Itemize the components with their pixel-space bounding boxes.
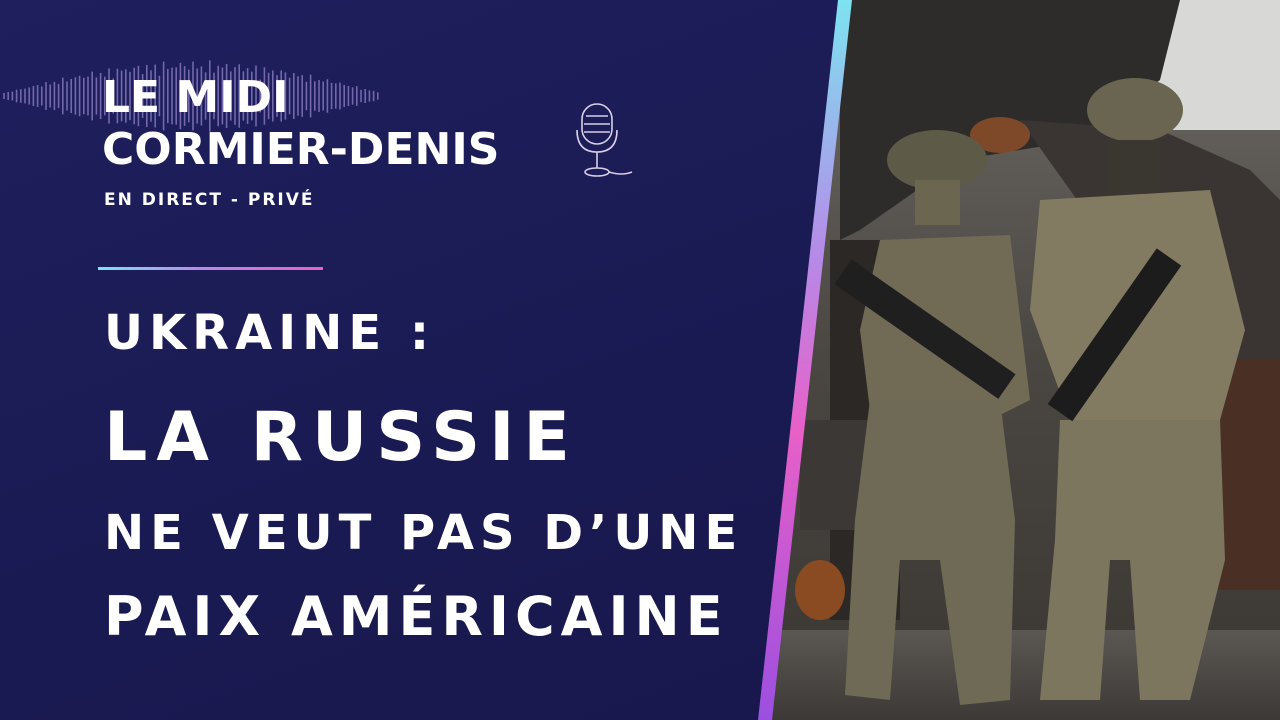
headline-line4: PAIX AMÉRICAINE: [104, 585, 729, 648]
show-title-line1: LE MIDI: [102, 72, 289, 123]
headline-line1: UKRAINE :: [104, 305, 436, 361]
show-title: LE MIDI CORMIER-DENIS: [102, 72, 499, 176]
show-title-line2: CORMIER-DENIS: [102, 124, 500, 175]
gradient-divider: [98, 267, 323, 270]
show-subtitle: EN DIRECT - PRIVÉ: [104, 190, 315, 210]
headline-line3: NE VEUT PAS D’UNE: [104, 505, 744, 561]
headline-line2: LA RUSSIE: [104, 398, 579, 477]
microphone-icon: [576, 103, 633, 177]
